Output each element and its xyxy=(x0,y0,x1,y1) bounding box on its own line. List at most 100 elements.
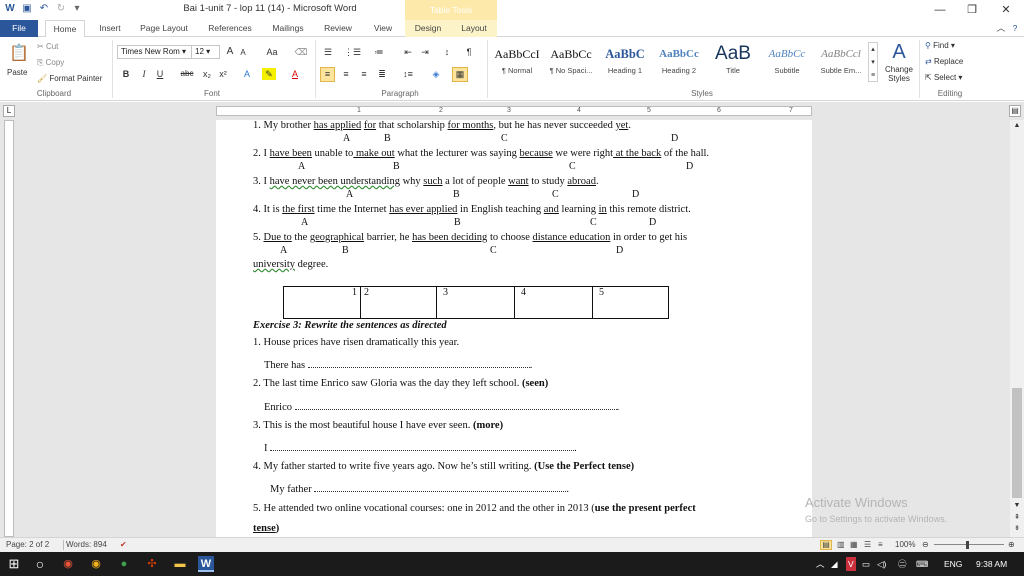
page-count[interactable]: Page: 2 of 2 xyxy=(6,538,49,552)
file-explorer-icon[interactable]: ▬ xyxy=(172,556,188,572)
highlight-icon[interactable]: ✎ xyxy=(262,68,276,80)
network-icon[interactable]: ◢ xyxy=(831,557,838,571)
answer-cell[interactable]: 4 xyxy=(514,287,592,318)
next-page-icon[interactable]: ⇟ xyxy=(1012,523,1022,535)
tab-insert[interactable]: Insert xyxy=(92,20,128,37)
bullets-icon[interactable]: ☰ xyxy=(320,46,336,58)
clock[interactable]: 9:38 AM xyxy=(976,557,1007,571)
language-indicator[interactable]: ENG xyxy=(944,557,962,571)
print-layout-icon[interactable]: ▤ xyxy=(820,540,832,550)
zoom-level[interactable]: 100% xyxy=(895,538,915,552)
change-case-button[interactable]: Aa xyxy=(264,46,280,58)
style-heading-1[interactable]: AaBbC Heading 1 xyxy=(599,42,651,82)
tab-page-layout[interactable]: Page Layout xyxy=(134,20,194,37)
antivirus-icon[interactable]: V xyxy=(846,557,856,571)
underline-button[interactable]: U xyxy=(154,68,166,80)
cut-button[interactable]: ✂ Cut xyxy=(37,41,58,53)
style-no-spacing[interactable]: AaBbCc ¶ No Spaci... xyxy=(545,42,597,82)
superscript-button[interactable]: x² xyxy=(216,68,230,80)
web-layout-icon[interactable]: ▦ xyxy=(850,538,858,552)
tab-references[interactable]: References xyxy=(200,20,260,37)
select-button[interactable]: ⇱ Select ▾ xyxy=(925,72,962,84)
document-page[interactable]: 1. My brother has applied for that schol… xyxy=(216,120,812,537)
volume-icon[interactable]: ◁) xyxy=(877,557,886,571)
subscript-button[interactable]: x₂ xyxy=(200,68,214,80)
scroll-down-icon[interactable]: ▼ xyxy=(1012,500,1022,512)
grow-font-button[interactable]: A xyxy=(224,46,236,58)
word-taskbar-icon[interactable]: W xyxy=(198,556,214,572)
exercise-3-answer-1[interactable]: There has . xyxy=(264,358,532,371)
tab-file[interactable]: File xyxy=(0,20,38,37)
chrome-icon[interactable]: ◉ xyxy=(60,556,76,572)
start-icon[interactable]: ⊞ xyxy=(6,556,22,572)
answer-cell[interactable]: 2 xyxy=(360,287,436,318)
find-button[interactable]: ⚲ Find ▾ xyxy=(925,40,955,52)
text-effects-icon[interactable]: A xyxy=(240,68,254,80)
full-screen-reading-icon[interactable]: ▥ xyxy=(837,538,845,552)
styles-scroll-icon[interactable]: ▴ ▾ ≡ xyxy=(868,42,878,82)
restore-button[interactable]: ❐ xyxy=(956,0,988,20)
sort-icon[interactable]: ↕ xyxy=(440,46,454,58)
strikethrough-button[interactable]: abc xyxy=(177,68,197,80)
proofing-icon[interactable]: ✔ xyxy=(120,538,127,552)
show-marks-icon[interactable]: ¶ xyxy=(462,46,476,58)
vertical-ruler[interactable] xyxy=(4,120,14,537)
replace-button[interactable]: ⇄ Replace xyxy=(925,56,963,68)
align-center-icon[interactable]: ≡ xyxy=(339,68,353,80)
answer-cell[interactable]: 1 xyxy=(284,287,360,318)
browser-icon[interactable]: ◉ xyxy=(88,556,104,572)
italic-button[interactable]: I xyxy=(138,68,150,80)
help-icon[interactable]: ? xyxy=(1009,20,1021,37)
exercise-3-answer-3[interactable]: I . xyxy=(264,441,577,454)
tab-mailings[interactable]: Mailings xyxy=(266,20,310,37)
tab-design[interactable]: Design xyxy=(405,20,451,37)
battery-icon[interactable]: ▭ xyxy=(862,557,870,571)
style-title[interactable]: AaB Title xyxy=(707,42,759,82)
outline-icon[interactable]: ☰ xyxy=(864,538,871,552)
numbering-icon[interactable]: ⋮☰ xyxy=(344,46,361,58)
media-icon[interactable]: ✣ xyxy=(144,556,160,572)
zoom-slider-thumb[interactable] xyxy=(966,541,969,549)
draft-icon[interactable]: ≡ xyxy=(878,538,883,552)
multilevel-list-icon[interactable]: ≔ xyxy=(370,46,388,58)
app-icon[interactable]: ● xyxy=(116,556,132,572)
vertical-scrollbar[interactable]: ▲ ▼ ⇞ ⇟ xyxy=(1010,120,1024,537)
align-right-icon[interactable]: ≡ xyxy=(357,68,371,80)
tab-selector-icon[interactable]: L xyxy=(3,105,15,117)
answer-cell[interactable]: 3 xyxy=(436,287,514,318)
scroll-up-icon[interactable]: ▲ xyxy=(1012,120,1022,132)
decrease-indent-icon[interactable]: ⇤ xyxy=(401,46,415,58)
scroll-thumb[interactable] xyxy=(1012,388,1022,498)
line-spacing-icon[interactable]: ↕≡ xyxy=(400,68,416,80)
tab-review[interactable]: Review xyxy=(318,20,358,37)
answer-table[interactable]: 1 2 3 4 5 xyxy=(283,286,669,319)
copy-button[interactable]: ⎘ Copy xyxy=(37,57,64,69)
change-styles-icon[interactable]: A xyxy=(884,40,914,64)
input-method-icon[interactable]: ㊁ xyxy=(898,557,907,571)
word-count[interactable]: Words: 894 xyxy=(66,538,107,552)
zoom-in-icon[interactable]: ⊕ xyxy=(1008,538,1015,552)
minimize-button[interactable]: — xyxy=(924,0,956,20)
format-painter-button[interactable]: 🖌 Format Painter xyxy=(37,73,102,85)
clear-format-icon[interactable]: ⌫ xyxy=(294,46,308,58)
style-heading-2[interactable]: AaBbCc Heading 2 xyxy=(653,42,705,82)
tab-view[interactable]: View xyxy=(366,20,400,37)
tray-up-icon[interactable]: ︿ xyxy=(816,557,825,571)
exercise-3-answer-4[interactable]: My father . xyxy=(270,482,569,495)
font-size-dropdown[interactable]: 12 ▾ xyxy=(191,45,220,59)
zoom-out-icon[interactable]: ⊖ xyxy=(922,538,929,552)
justify-icon[interactable]: ≣ xyxy=(375,68,389,80)
bold-button[interactable]: B xyxy=(120,68,132,80)
view-ruler-icon[interactable]: ▤ xyxy=(1009,105,1021,117)
font-name-dropdown[interactable]: Times New Rom ▾ xyxy=(117,45,192,59)
exercise-3-answer-2[interactable]: Enrico . xyxy=(264,400,619,413)
paste-button[interactable]: Paste xyxy=(7,67,27,79)
font-color-icon[interactable]: A xyxy=(288,68,302,80)
borders-icon[interactable]: ▦ xyxy=(452,67,468,82)
answer-cell[interactable]: 5 xyxy=(592,287,668,318)
change-styles-button[interactable]: Change Styles xyxy=(882,65,916,83)
style-normal[interactable]: AaBbCcI ¶ Normal xyxy=(491,42,543,82)
zoom-slider[interactable] xyxy=(934,544,1004,545)
increase-indent-icon[interactable]: ⇥ xyxy=(418,46,432,58)
ribbon-collapse-icon[interactable]: ︿ xyxy=(995,20,1007,37)
